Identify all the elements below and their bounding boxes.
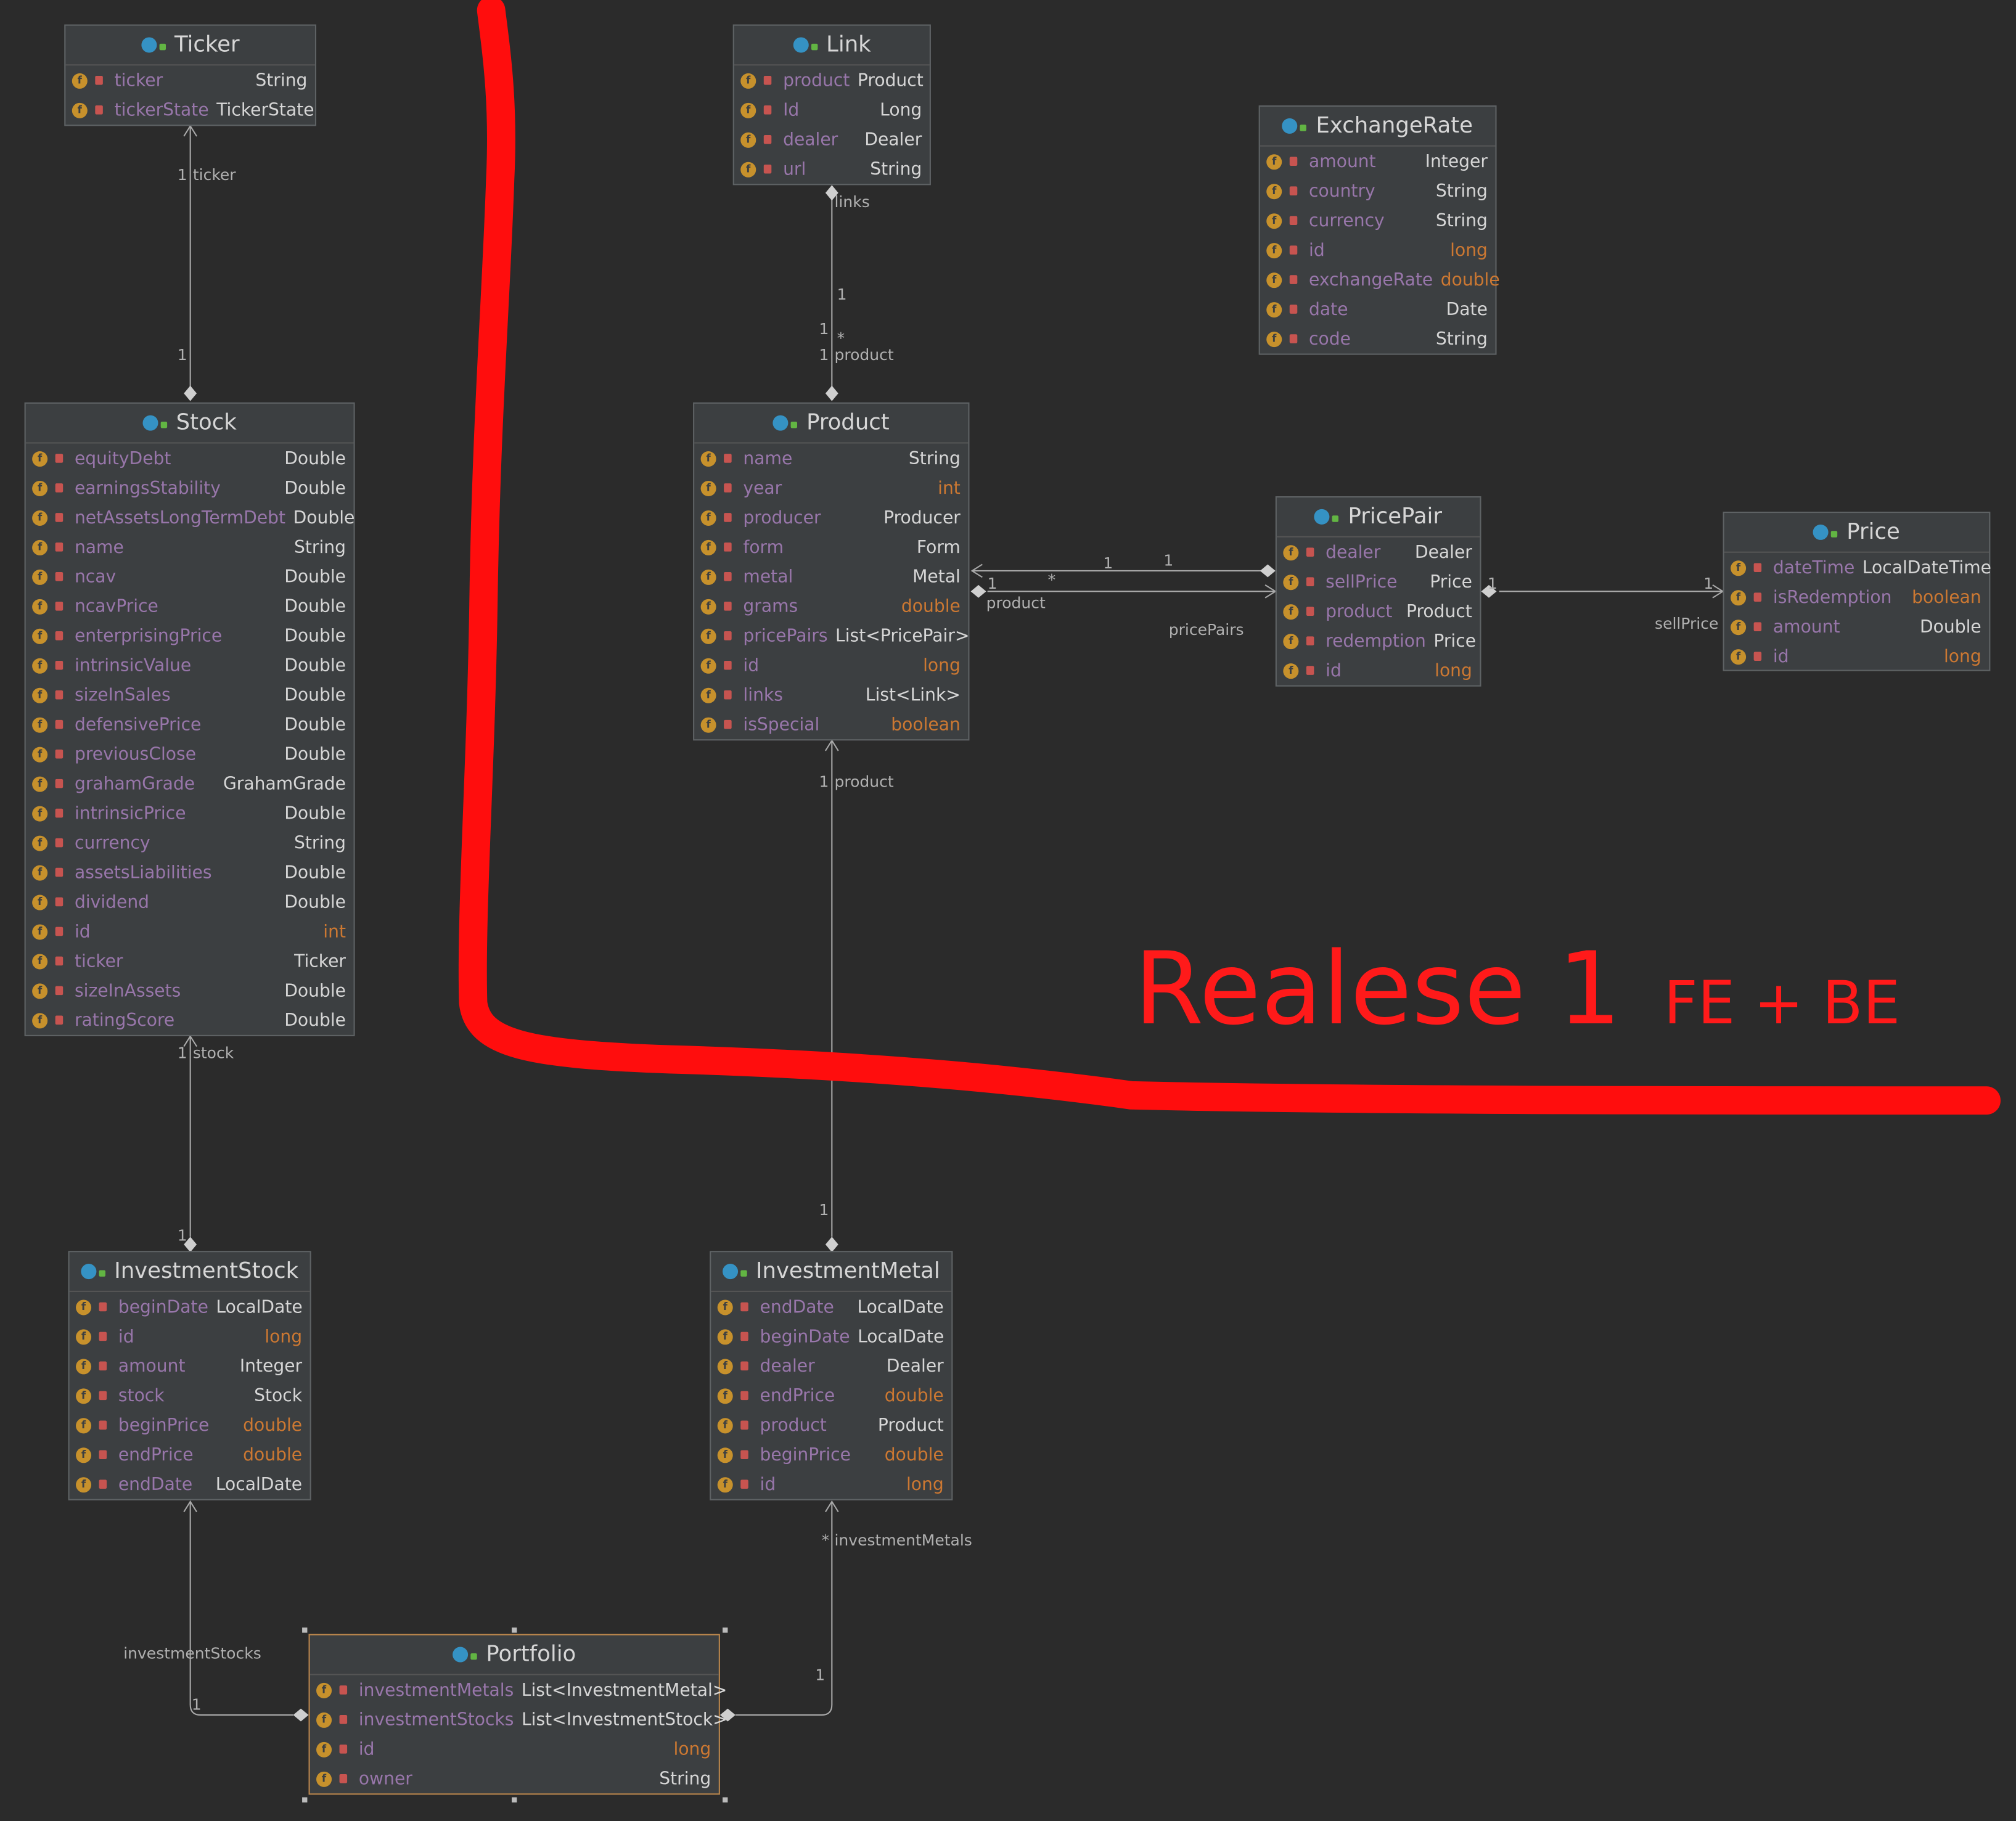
annotation-layer: Realese 1 FE + BE bbox=[458, 0, 2001, 1115]
release-title: Realese 1 bbox=[1134, 931, 1621, 1047]
uml-diagram: 1 ticker 1 links 1 1 * 1 product 1 1 * 1… bbox=[0, 0, 2016, 1820]
release-subtitle: FE + BE bbox=[1664, 968, 1901, 1037]
